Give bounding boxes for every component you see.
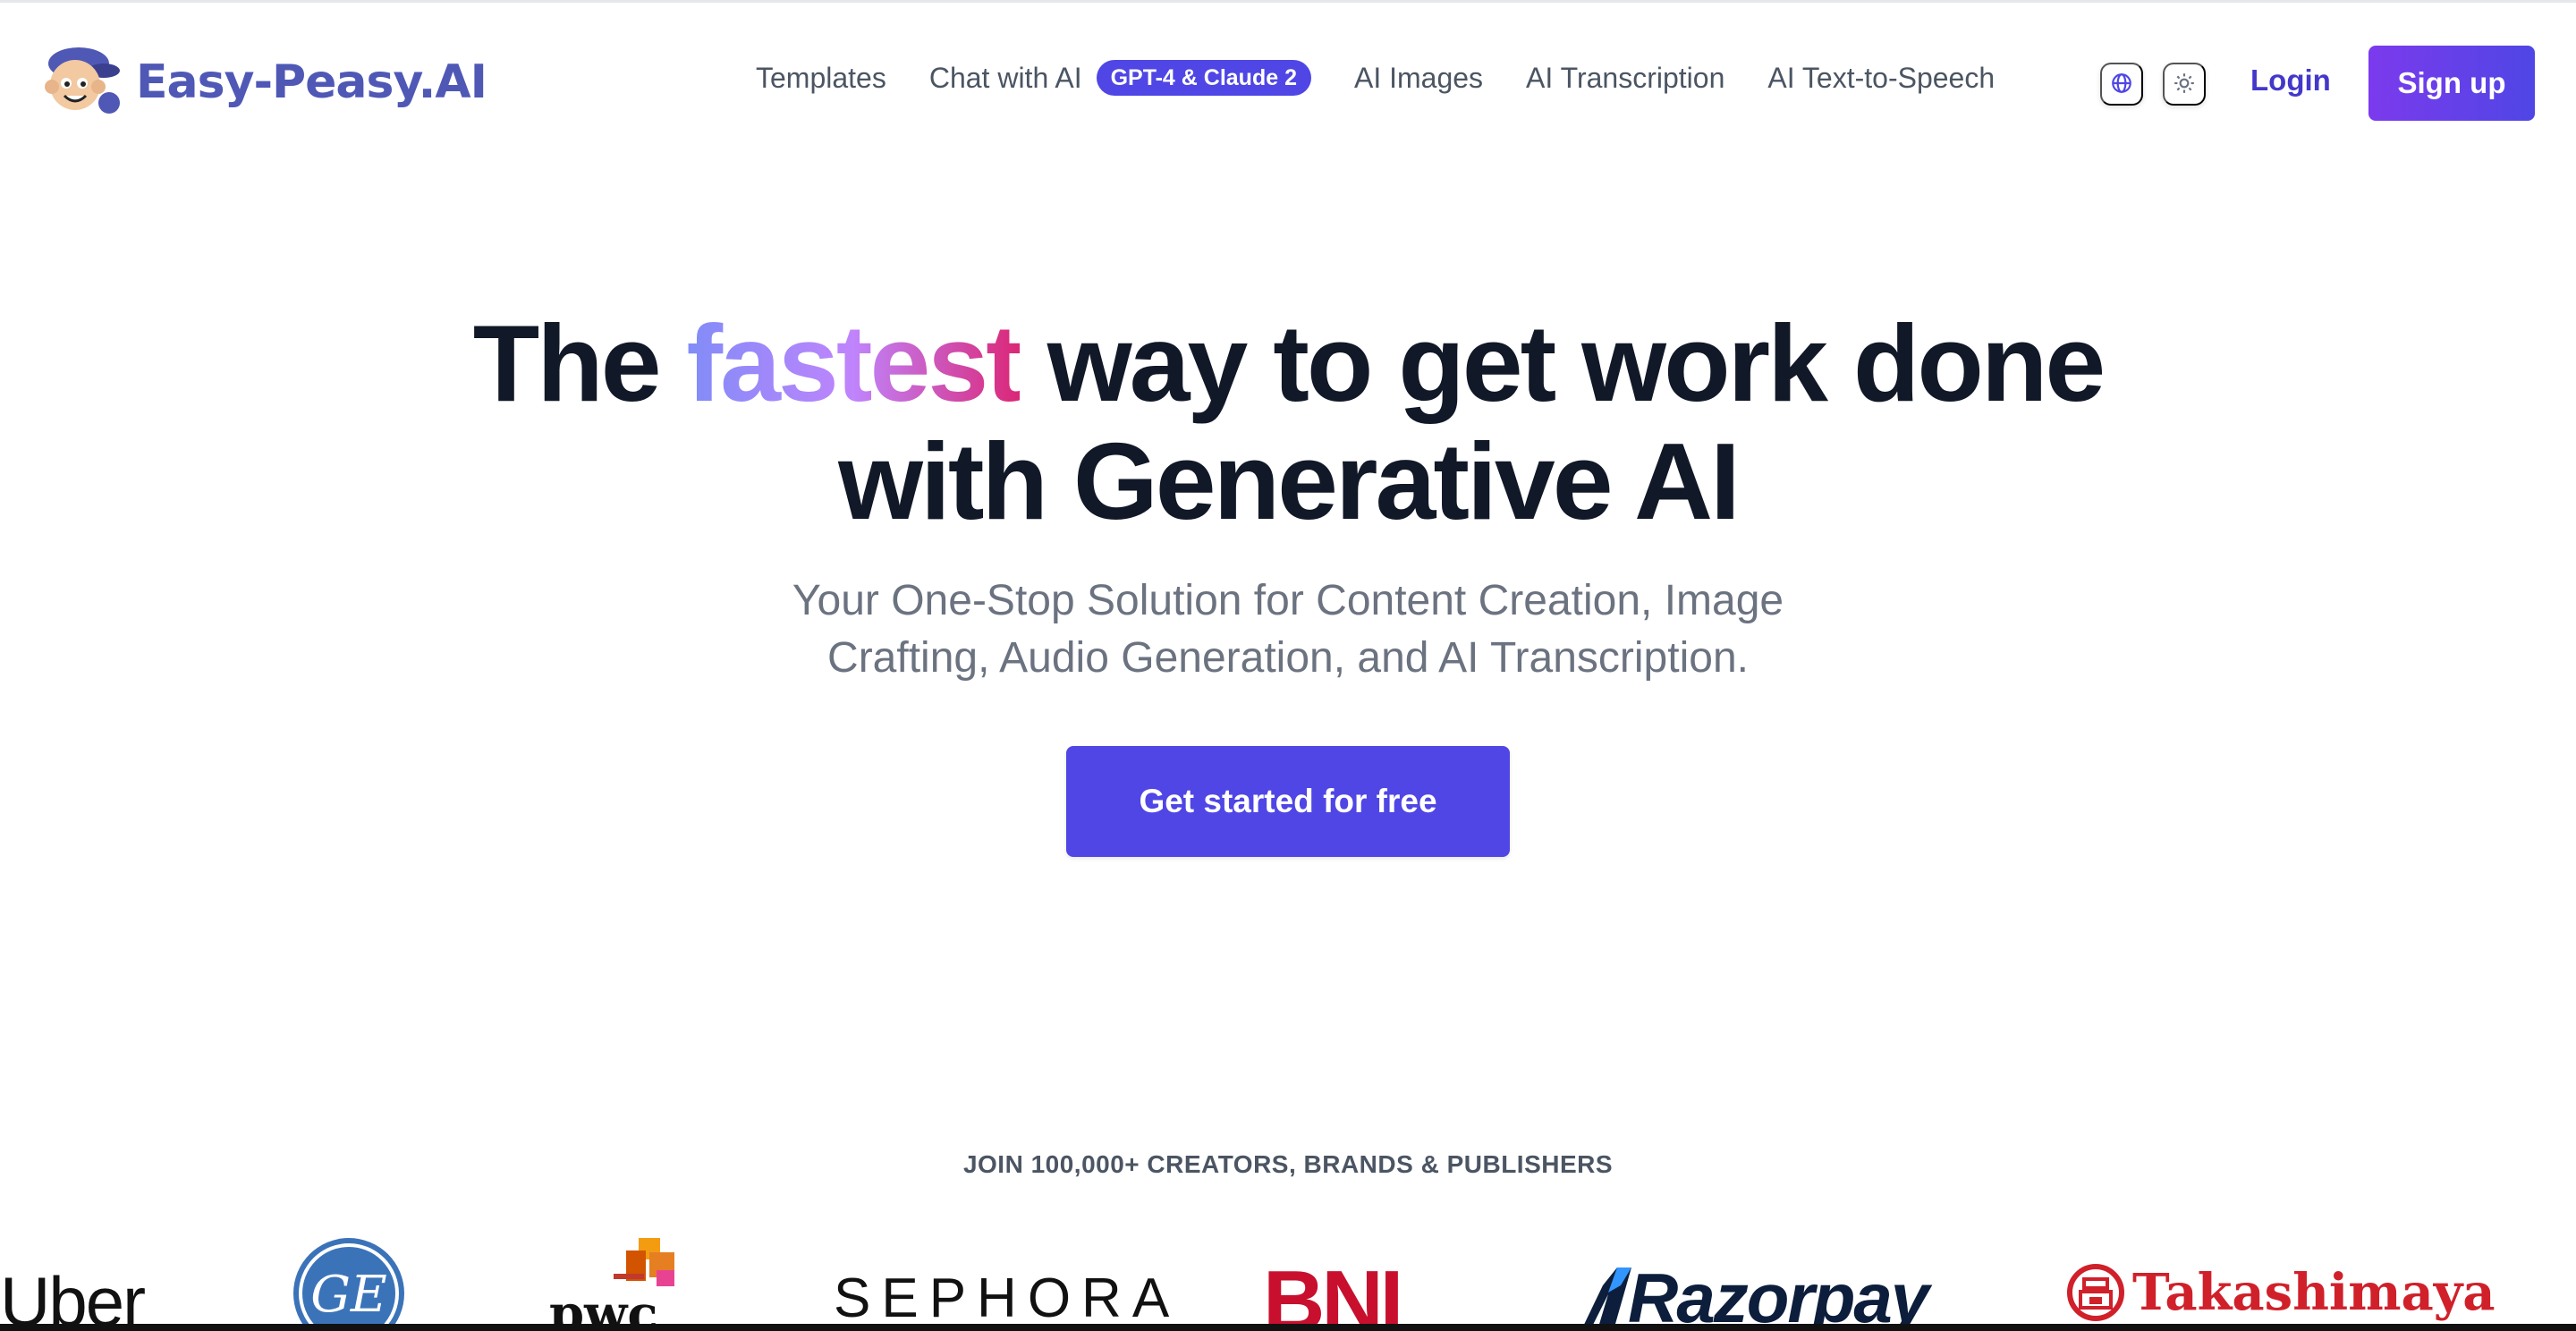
- hero-title-highlight: fastest: [686, 302, 1022, 424]
- brand-logo-strip: Uber GE pwc SEPHORA BNI Razorpay Takashi…: [0, 1225, 2576, 1331]
- nav-ai-transcription[interactable]: AI Transcription: [1526, 62, 1724, 95]
- hero-title-suffix: way to get work done: [1019, 302, 2106, 424]
- main-menu: Templates Chat with AI GPT-4 & Claude 2 …: [756, 60, 2038, 96]
- takashimaya-logo-text: Takashimaya: [2132, 1263, 2496, 1322]
- bottom-edge: [0, 1324, 2576, 1331]
- hero-subtitle: Your One-Stop Solution for Content Creat…: [792, 577, 1784, 682]
- razorpay-logo: Razorpay: [1581, 1258, 1929, 1331]
- ge-logo-text: GE: [310, 1266, 387, 1324]
- globe-icon: [2110, 72, 2133, 97]
- signup-button[interactable]: Sign up: [2368, 46, 2535, 121]
- theme-toggle-button[interactable]: [2163, 63, 2206, 106]
- hero-title-prefix: The: [472, 302, 687, 424]
- brand-logo-link[interactable]: Easy-Peasy.AI: [39, 44, 487, 121]
- nav-templates[interactable]: Templates: [756, 62, 886, 95]
- nav-chat-with-ai[interactable]: Chat with AI GPT-4 & Claude 2: [929, 60, 1311, 96]
- social-proof-heading: JOIN 100,000+ CREATORS, BRANDS & PUBLISH…: [962, 1150, 1614, 1178]
- model-badge: GPT-4 & Claude 2: [1096, 60, 1311, 96]
- bni-logo: BNI: [1263, 1253, 1403, 1331]
- ge-logo: GE: [292, 1236, 406, 1331]
- sephora-logo: SEPHORA: [834, 1267, 1181, 1329]
- razorpay-logo-text: Razorpay: [1628, 1259, 1929, 1331]
- mascot-logo-icon: [39, 44, 123, 121]
- hero-title: The fastest way to get work done with Ge…: [0, 304, 2576, 540]
- login-link[interactable]: Login: [2250, 64, 2331, 97]
- nav-chat-label: Chat with AI: [928, 61, 1082, 94]
- nav-ai-text-to-speech[interactable]: AI Text-to-Speech: [1767, 62, 1995, 95]
- uber-logo: Uber: [0, 1262, 146, 1331]
- navbar: Easy-Peasy.AI Templates Chat with AI GPT…: [0, 3, 2576, 155]
- pwc-logo: pwc: [549, 1238, 701, 1331]
- nav-ai-images[interactable]: AI Images: [1354, 62, 1483, 95]
- sun-icon: [2173, 72, 2196, 97]
- get-started-button[interactable]: Get started for free: [1066, 746, 1510, 857]
- hero-title-line2: with Generative AI: [838, 420, 1741, 542]
- language-button[interactable]: [2100, 63, 2143, 106]
- brand-name: Easy-Peasy.AI: [136, 55, 487, 109]
- razorpay-mark-icon: [1581, 1267, 1631, 1330]
- takashimaya-logo: Takashimaya: [2066, 1263, 2496, 1322]
- takashimaya-crest-icon: [2067, 1264, 2124, 1321]
